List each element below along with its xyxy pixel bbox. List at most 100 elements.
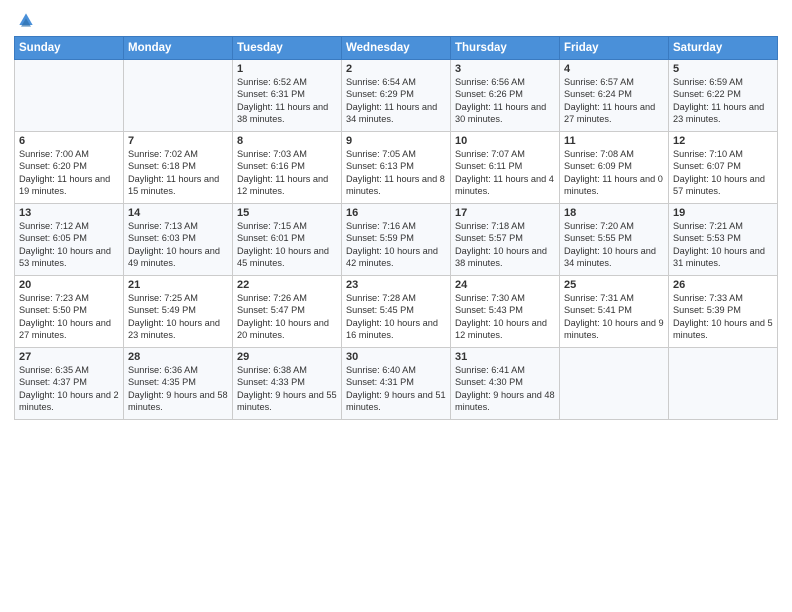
day-number: 1: [237, 63, 337, 75]
cell-sun-info: Sunrise: 7:08 AM Sunset: 6:09 PM Dayligh…: [564, 148, 664, 198]
day-number: 4: [564, 63, 664, 75]
cell-sun-info: Sunrise: 7:20 AM Sunset: 5:55 PM Dayligh…: [564, 220, 664, 270]
calendar-cell: 24Sunrise: 7:30 AM Sunset: 5:43 PM Dayli…: [451, 276, 560, 348]
cell-sun-info: Sunrise: 6:38 AM Sunset: 4:33 PM Dayligh…: [237, 364, 337, 414]
weekday-header-row: SundayMondayTuesdayWednesdayThursdayFrid…: [15, 37, 778, 60]
day-number: 27: [19, 351, 119, 363]
calendar-cell: 14Sunrise: 7:13 AM Sunset: 6:03 PM Dayli…: [124, 204, 233, 276]
day-number: 18: [564, 207, 664, 219]
weekday-header-thursday: Thursday: [451, 37, 560, 60]
cell-sun-info: Sunrise: 7:26 AM Sunset: 5:47 PM Dayligh…: [237, 292, 337, 342]
calendar-cell: 7Sunrise: 7:02 AM Sunset: 6:18 PM Daylig…: [124, 132, 233, 204]
calendar-cell: 10Sunrise: 7:07 AM Sunset: 6:11 PM Dayli…: [451, 132, 560, 204]
week-row-5: 27Sunrise: 6:35 AM Sunset: 4:37 PM Dayli…: [15, 348, 778, 420]
cell-sun-info: Sunrise: 7:31 AM Sunset: 5:41 PM Dayligh…: [564, 292, 664, 342]
weekday-header-monday: Monday: [124, 37, 233, 60]
cell-sun-info: Sunrise: 7:25 AM Sunset: 5:49 PM Dayligh…: [128, 292, 228, 342]
day-number: 20: [19, 279, 119, 291]
day-number: 16: [346, 207, 446, 219]
cell-sun-info: Sunrise: 7:30 AM Sunset: 5:43 PM Dayligh…: [455, 292, 555, 342]
week-row-1: 1Sunrise: 6:52 AM Sunset: 6:31 PM Daylig…: [15, 60, 778, 132]
cell-sun-info: Sunrise: 7:03 AM Sunset: 6:16 PM Dayligh…: [237, 148, 337, 198]
day-number: 31: [455, 351, 555, 363]
day-number: 6: [19, 135, 119, 147]
calendar-cell: 6Sunrise: 7:00 AM Sunset: 6:20 PM Daylig…: [15, 132, 124, 204]
calendar-cell: 2Sunrise: 6:54 AM Sunset: 6:29 PM Daylig…: [342, 60, 451, 132]
calendar-cell: 18Sunrise: 7:20 AM Sunset: 5:55 PM Dayli…: [560, 204, 669, 276]
weekday-header-wednesday: Wednesday: [342, 37, 451, 60]
week-row-4: 20Sunrise: 7:23 AM Sunset: 5:50 PM Dayli…: [15, 276, 778, 348]
day-number: 10: [455, 135, 555, 147]
day-number: 12: [673, 135, 773, 147]
cell-sun-info: Sunrise: 6:57 AM Sunset: 6:24 PM Dayligh…: [564, 76, 664, 126]
calendar-cell: 26Sunrise: 7:33 AM Sunset: 5:39 PM Dayli…: [669, 276, 778, 348]
day-number: 5: [673, 63, 773, 75]
day-number: 9: [346, 135, 446, 147]
calendar-table: SundayMondayTuesdayWednesdayThursdayFrid…: [14, 36, 778, 420]
calendar-cell: 9Sunrise: 7:05 AM Sunset: 6:13 PM Daylig…: [342, 132, 451, 204]
cell-sun-info: Sunrise: 7:02 AM Sunset: 6:18 PM Dayligh…: [128, 148, 228, 198]
day-number: 23: [346, 279, 446, 291]
calendar-cell: 27Sunrise: 6:35 AM Sunset: 4:37 PM Dayli…: [15, 348, 124, 420]
cell-sun-info: Sunrise: 7:23 AM Sunset: 5:50 PM Dayligh…: [19, 292, 119, 342]
cell-sun-info: Sunrise: 6:41 AM Sunset: 4:30 PM Dayligh…: [455, 364, 555, 414]
day-number: 15: [237, 207, 337, 219]
calendar-cell: [669, 348, 778, 420]
calendar-cell: 11Sunrise: 7:08 AM Sunset: 6:09 PM Dayli…: [560, 132, 669, 204]
weekday-header-friday: Friday: [560, 37, 669, 60]
logo: [14, 10, 36, 30]
week-row-2: 6Sunrise: 7:00 AM Sunset: 6:20 PM Daylig…: [15, 132, 778, 204]
cell-sun-info: Sunrise: 7:12 AM Sunset: 6:05 PM Dayligh…: [19, 220, 119, 270]
cell-sun-info: Sunrise: 7:00 AM Sunset: 6:20 PM Dayligh…: [19, 148, 119, 198]
day-number: 3: [455, 63, 555, 75]
calendar-cell: 30Sunrise: 6:40 AM Sunset: 4:31 PM Dayli…: [342, 348, 451, 420]
day-number: 8: [237, 135, 337, 147]
day-number: 19: [673, 207, 773, 219]
calendar-cell: 31Sunrise: 6:41 AM Sunset: 4:30 PM Dayli…: [451, 348, 560, 420]
calendar-cell: 29Sunrise: 6:38 AM Sunset: 4:33 PM Dayli…: [233, 348, 342, 420]
cell-sun-info: Sunrise: 7:33 AM Sunset: 5:39 PM Dayligh…: [673, 292, 773, 342]
cell-sun-info: Sunrise: 6:59 AM Sunset: 6:22 PM Dayligh…: [673, 76, 773, 126]
cell-sun-info: Sunrise: 7:21 AM Sunset: 5:53 PM Dayligh…: [673, 220, 773, 270]
weekday-header-tuesday: Tuesday: [233, 37, 342, 60]
calendar-cell: 4Sunrise: 6:57 AM Sunset: 6:24 PM Daylig…: [560, 60, 669, 132]
calendar-cell: 12Sunrise: 7:10 AM Sunset: 6:07 PM Dayli…: [669, 132, 778, 204]
day-number: 14: [128, 207, 228, 219]
calendar-cell: 5Sunrise: 6:59 AM Sunset: 6:22 PM Daylig…: [669, 60, 778, 132]
calendar-cell: 28Sunrise: 6:36 AM Sunset: 4:35 PM Dayli…: [124, 348, 233, 420]
calendar-cell: 17Sunrise: 7:18 AM Sunset: 5:57 PM Dayli…: [451, 204, 560, 276]
cell-sun-info: Sunrise: 7:05 AM Sunset: 6:13 PM Dayligh…: [346, 148, 446, 198]
day-number: 17: [455, 207, 555, 219]
day-number: 30: [346, 351, 446, 363]
calendar-cell: 19Sunrise: 7:21 AM Sunset: 5:53 PM Dayli…: [669, 204, 778, 276]
day-number: 11: [564, 135, 664, 147]
calendar-cell: 21Sunrise: 7:25 AM Sunset: 5:49 PM Dayli…: [124, 276, 233, 348]
calendar-cell: 25Sunrise: 7:31 AM Sunset: 5:41 PM Dayli…: [560, 276, 669, 348]
cell-sun-info: Sunrise: 7:13 AM Sunset: 6:03 PM Dayligh…: [128, 220, 228, 270]
calendar-cell: 16Sunrise: 7:16 AM Sunset: 5:59 PM Dayli…: [342, 204, 451, 276]
cell-sun-info: Sunrise: 6:40 AM Sunset: 4:31 PM Dayligh…: [346, 364, 446, 414]
day-number: 7: [128, 135, 228, 147]
calendar-cell: 23Sunrise: 7:28 AM Sunset: 5:45 PM Dayli…: [342, 276, 451, 348]
day-number: 22: [237, 279, 337, 291]
cell-sun-info: Sunrise: 6:54 AM Sunset: 6:29 PM Dayligh…: [346, 76, 446, 126]
day-number: 2: [346, 63, 446, 75]
day-number: 24: [455, 279, 555, 291]
calendar-cell: [124, 60, 233, 132]
cell-sun-info: Sunrise: 7:18 AM Sunset: 5:57 PM Dayligh…: [455, 220, 555, 270]
day-number: 21: [128, 279, 228, 291]
page-header: [14, 10, 778, 30]
cell-sun-info: Sunrise: 6:36 AM Sunset: 4:35 PM Dayligh…: [128, 364, 228, 414]
cell-sun-info: Sunrise: 6:56 AM Sunset: 6:26 PM Dayligh…: [455, 76, 555, 126]
weekday-header-sunday: Sunday: [15, 37, 124, 60]
day-number: 28: [128, 351, 228, 363]
day-number: 13: [19, 207, 119, 219]
calendar-cell: 8Sunrise: 7:03 AM Sunset: 6:16 PM Daylig…: [233, 132, 342, 204]
cell-sun-info: Sunrise: 6:35 AM Sunset: 4:37 PM Dayligh…: [19, 364, 119, 414]
calendar-cell: 1Sunrise: 6:52 AM Sunset: 6:31 PM Daylig…: [233, 60, 342, 132]
day-number: 29: [237, 351, 337, 363]
calendar-cell: 22Sunrise: 7:26 AM Sunset: 5:47 PM Dayli…: [233, 276, 342, 348]
week-row-3: 13Sunrise: 7:12 AM Sunset: 6:05 PM Dayli…: [15, 204, 778, 276]
calendar-cell: 15Sunrise: 7:15 AM Sunset: 6:01 PM Dayli…: [233, 204, 342, 276]
calendar-cell: 20Sunrise: 7:23 AM Sunset: 5:50 PM Dayli…: [15, 276, 124, 348]
